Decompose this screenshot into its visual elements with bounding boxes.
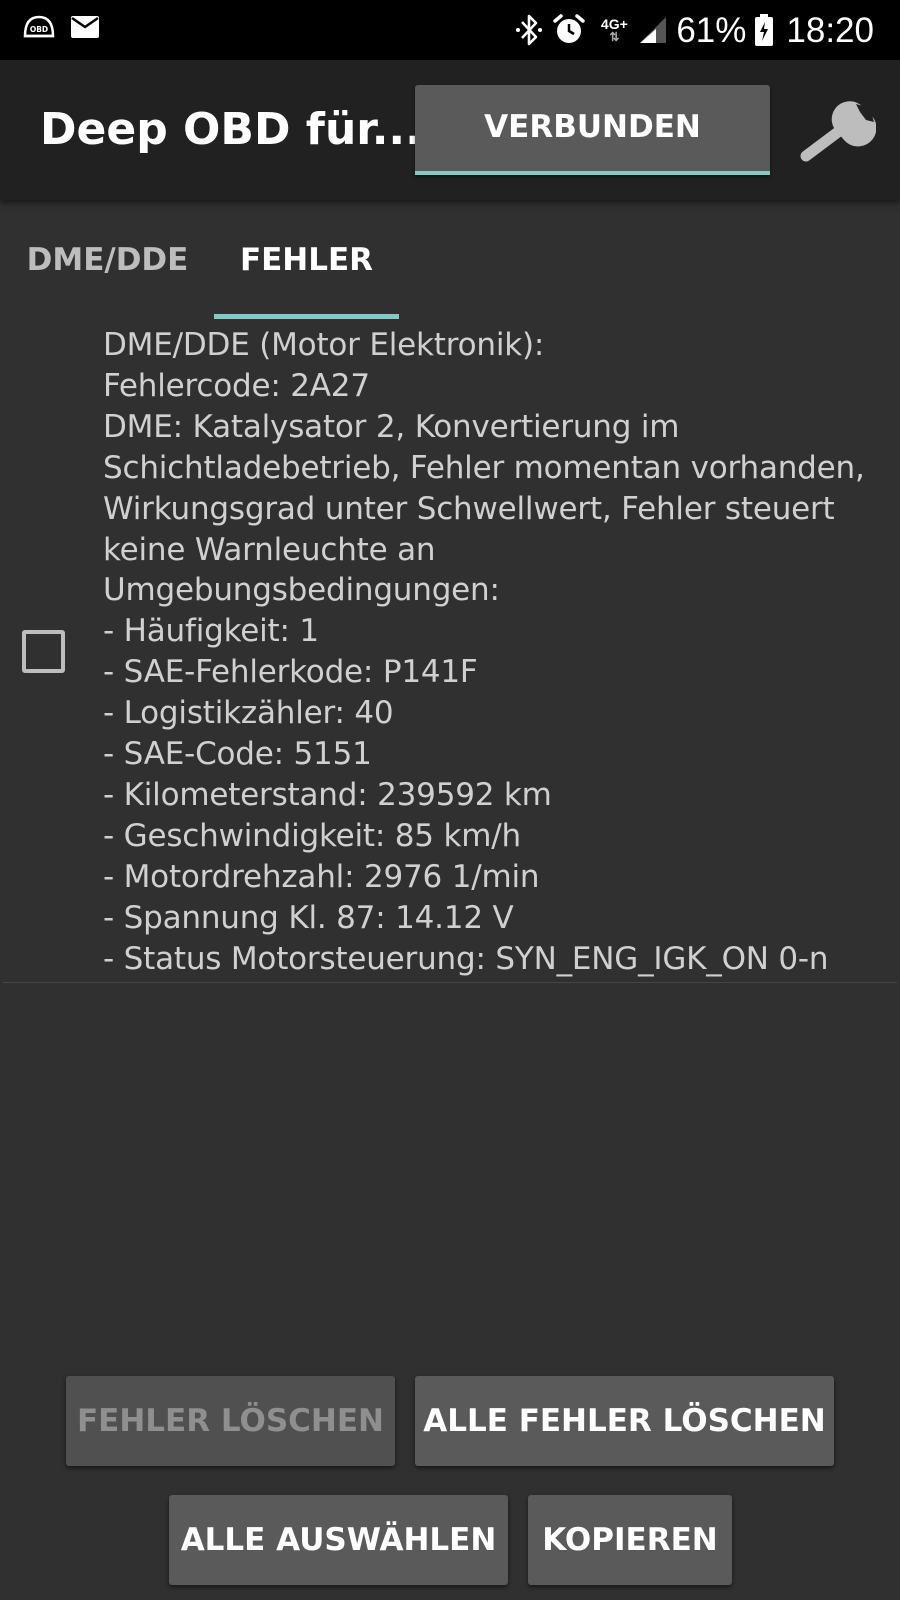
connect-toggle-indicator [415,171,770,175]
fault-line: - Kilometerstand: 239592 km [103,776,552,813]
tab-bar: DME/DDE FEHLER [0,200,900,320]
action-bar: Deep OBD für... VERBUNDEN [0,60,900,200]
fault-list-item[interactable]: DME/DDE (Motor Elektronik): Fehlercode: 2… [3,325,897,983]
network-type-label: 4G+ [600,16,628,32]
fault-line: keine Warnleuchte an [103,531,436,568]
network-4g-icon: 4G+ ⇅ [600,16,628,44]
wrench-icon[interactable] [800,98,876,164]
battery-icon [755,14,774,46]
signal-icon [640,17,667,43]
clock: 18:20 [786,10,874,50]
fault-line: - Spannung Kl. 87: 14.12 V [103,899,514,936]
fault-line: Schichtladebetrieb, Fehler momentan vorh… [103,449,865,486]
fault-line: - Motordrehzahl: 2976 1/min [103,858,540,895]
status-bar-notifications: OBD [22,14,100,40]
mail-icon [71,16,99,38]
fault-line: Fehlercode: 2A27 [103,367,370,404]
alarm-icon [553,14,586,43]
battery-percent: 61% [676,10,747,50]
bluetooth-icon [516,14,543,46]
copy-button[interactable]: KOPIEREN [528,1495,732,1585]
fault-line: Wirkungsgrad unter Schwellwert, Fehler s… [103,490,835,527]
connect-toggle-label: VERBUNDEN [484,109,701,145]
fault-details-text: DME/DDE (Motor Elektronik): Fehlercode: 2… [103,325,893,980]
tab-dme-dde[interactable]: DME/DDE [20,200,195,320]
fault-line: DME: Katalysator 2, Konvertierung im [103,408,680,445]
fault-line: DME/DDE (Motor Elektronik): [103,327,545,363]
fault-line: - Geschwindigkeit: 85 km/h [103,817,521,854]
status-bar-system: 4G+ ⇅ 61% 18:20 [514,6,874,54]
fault-line: - SAE-Code: 5151 [103,736,372,773]
app-title: Deep OBD für... [40,104,422,155]
fault-line: - Logistikzähler: 40 [103,695,394,732]
select-all-button[interactable]: ALLE AUSWÄHLEN [169,1495,508,1585]
fault-line: Umgebungsbedingungen: [103,572,500,609]
fault-line: - SAE-Fehlerkode: P141F [103,654,478,691]
fault-line: - Status Motorsteuerung: SYN_ENG_IGK_ON … [103,940,829,977]
clear-all-errors-button[interactable]: ALLE FEHLER LÖSCHEN [415,1376,834,1466]
connect-toggle-button[interactable]: VERBUNDEN [415,85,770,175]
clear-errors-button[interactable]: FEHLER LÖSCHEN [66,1376,395,1466]
obd-icon: OBD [23,15,55,38]
status-bar: OBD 4G+ ⇅ 61% 18:20 [0,0,900,60]
tab-fehler[interactable]: FEHLER [214,200,399,320]
tab-indicator [214,314,399,319]
obd-icon-label: OBD [30,25,48,34]
fault-checkbox[interactable] [22,630,65,673]
fault-line: - Häufigkeit: 1 [103,613,319,650]
